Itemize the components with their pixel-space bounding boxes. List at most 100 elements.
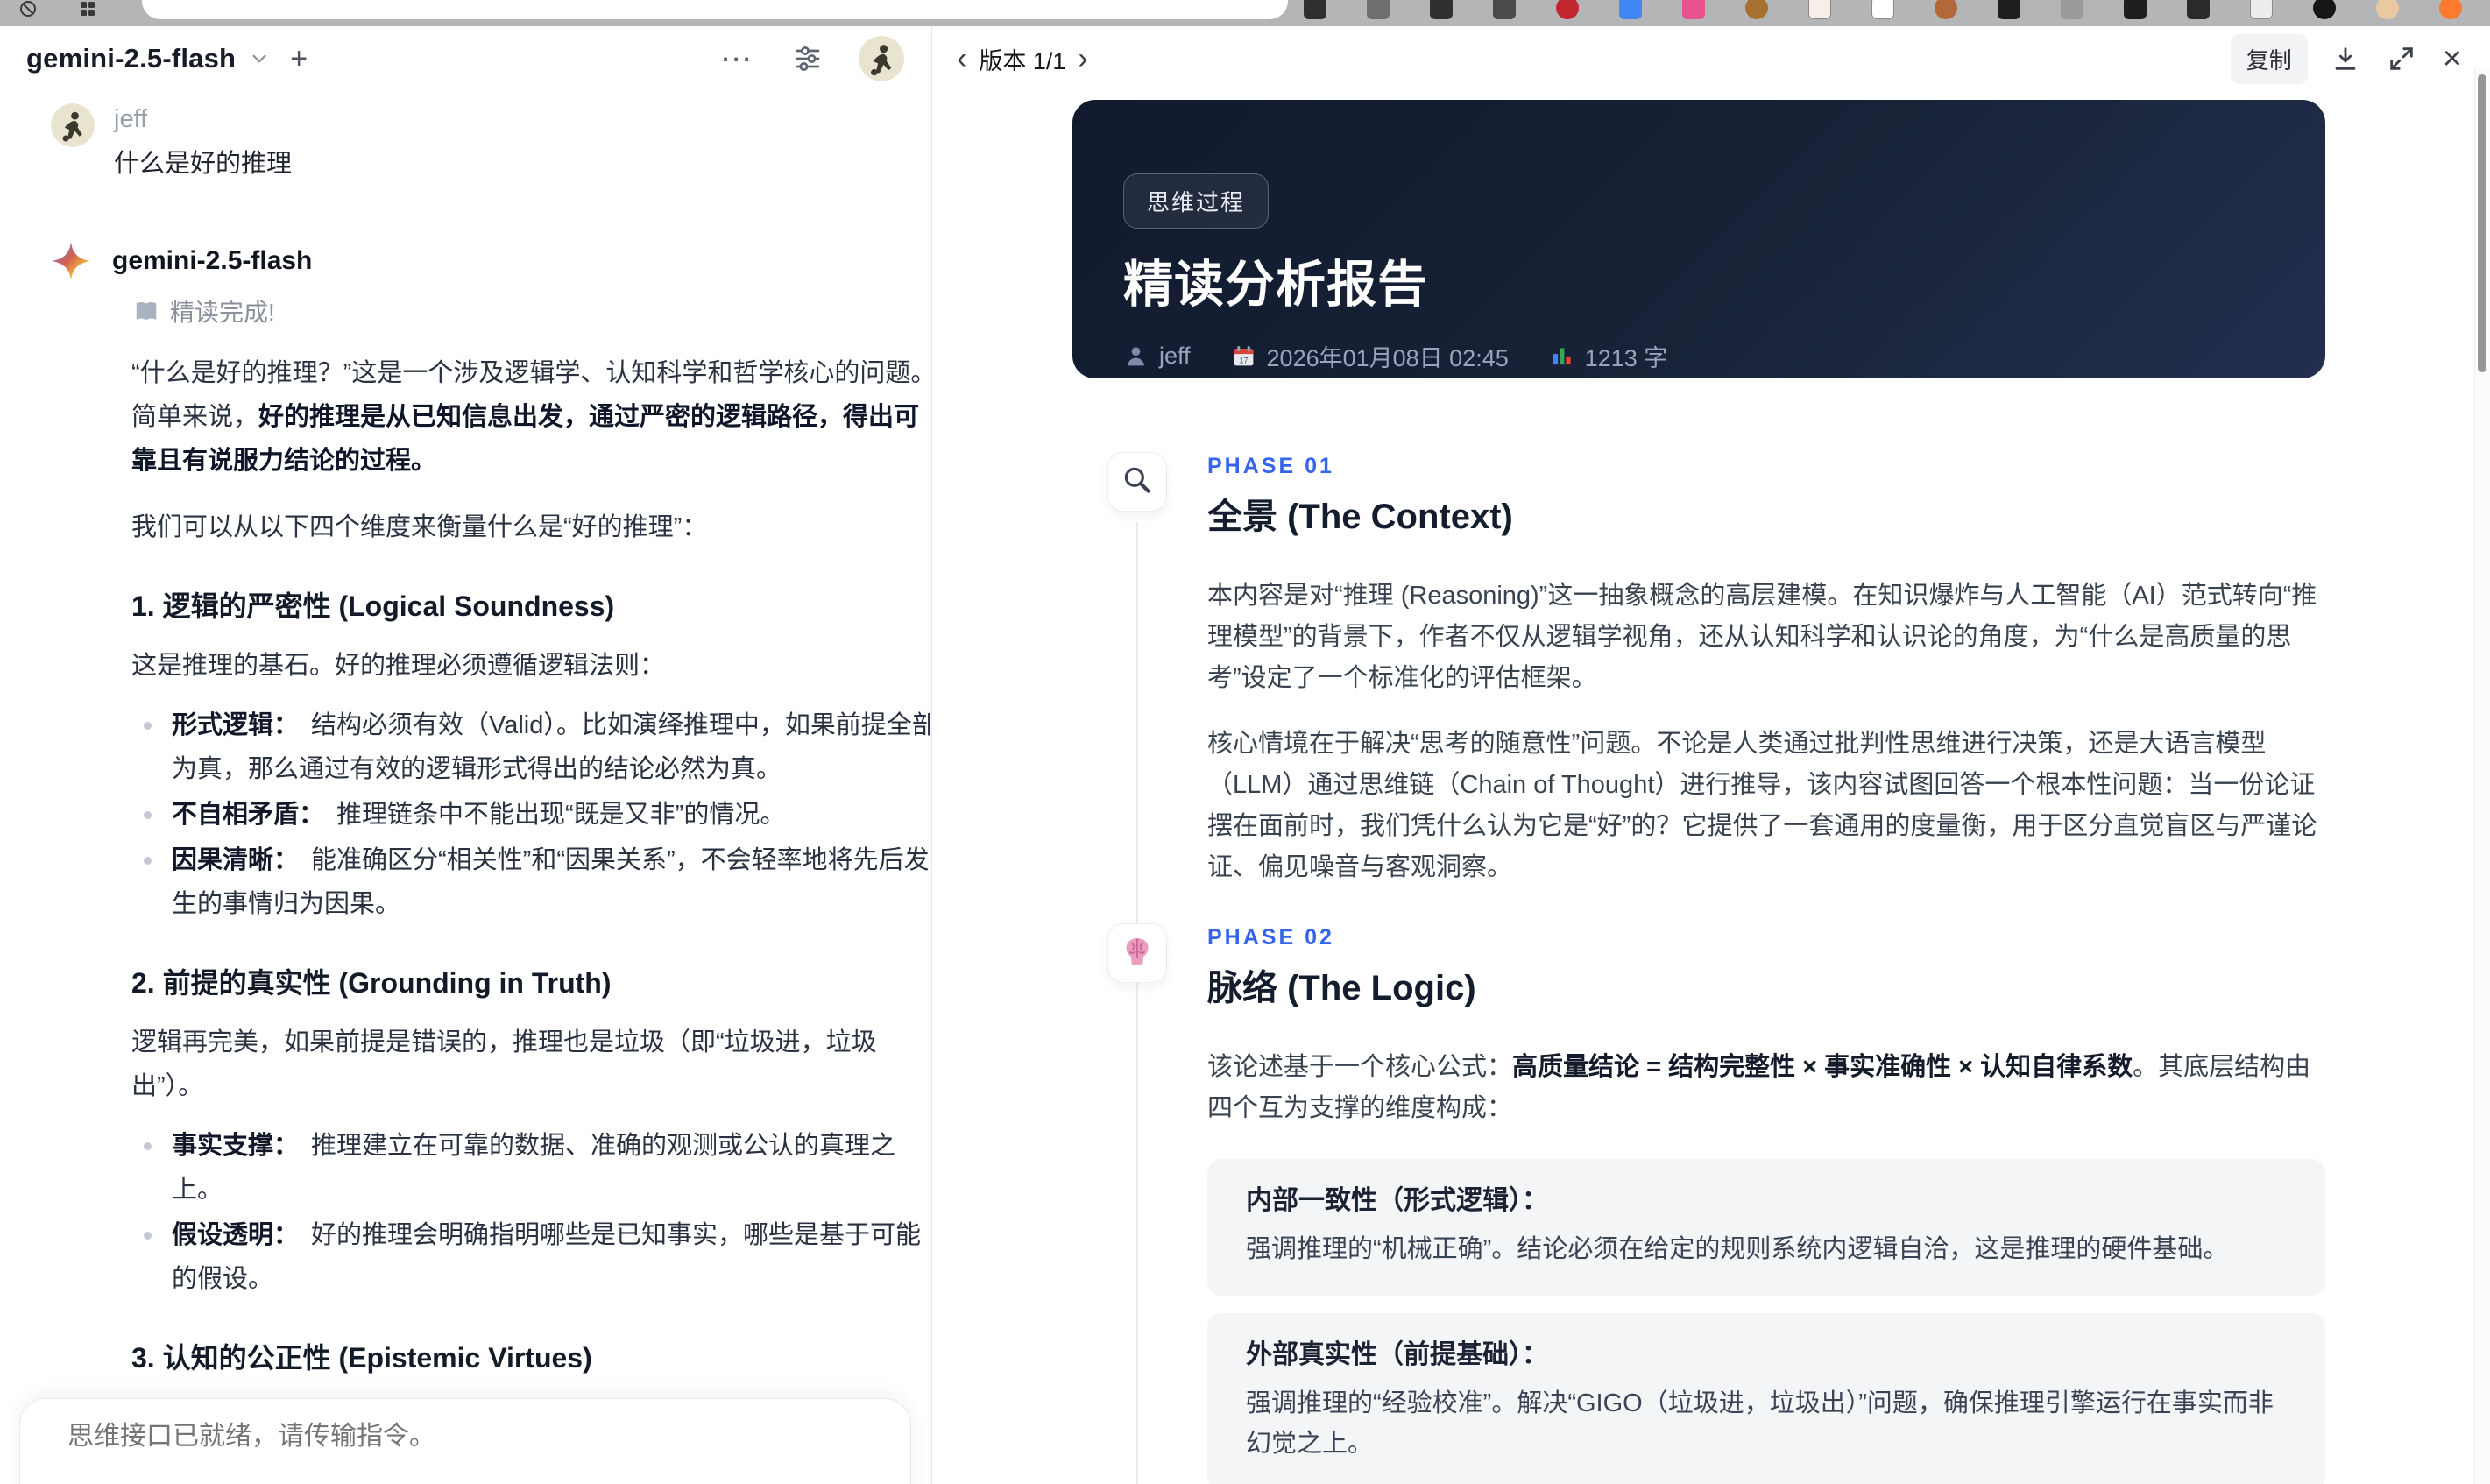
extension-icon[interactable] <box>1430 0 1453 19</box>
app-window: gemini-2.5-flash + ⋯ jeff 什么是好的推理 gemini… <box>0 0 2490 1484</box>
logic-card: 外部真实性（前提基础）： 强调推理的“经验校准”。解决“GIGO（垃圾进，垃圾出）… <box>1207 1313 2325 1484</box>
extension-icon[interactable] <box>1998 0 2020 19</box>
user-avatar <box>51 103 95 147</box>
chat-panel: gemini-2.5-flash + ⋯ jeff 什么是好的推理 gemini… <box>0 26 930 1484</box>
user-icon <box>1123 343 1149 369</box>
words-icon <box>1549 343 1574 369</box>
extension-icon[interactable] <box>2187 0 2210 19</box>
list-item: 不自相矛盾： 推理链条中不能出现“既是又非”的情况。 <box>131 793 930 837</box>
extension-icon[interactable] <box>1367 0 1390 19</box>
download-icon[interactable] <box>2331 44 2360 74</box>
extension-icons <box>1304 0 2462 19</box>
scrollbar-track[interactable] <box>2474 68 2490 1484</box>
shield-block-icon[interactable] <box>18 0 39 19</box>
intro-paragraph: “什么是好的推理？”这是一个涉及逻辑学、认知科学和哲学核心的问题。简单来说，好的… <box>131 351 930 483</box>
extension-icon[interactable] <box>2376 0 2399 19</box>
scrollbar-thumb[interactable] <box>2478 74 2486 372</box>
svg-text:17: 17 <box>1239 356 1248 364</box>
meta-text: jeff <box>1159 343 1191 369</box>
extension-icon[interactable] <box>2061 0 2083 19</box>
model-title[interactable]: gemini-2.5-flash <box>26 43 236 74</box>
report-hero-card: 思维过程 精读分析报告 jeff 17 2026年01月08日 02:45 1213 … <box>1072 100 2325 378</box>
extension-icon[interactable] <box>1871 0 1894 19</box>
bullet-term: 因果清晰： <box>172 846 300 874</box>
new-chat-button[interactable]: + <box>290 42 308 76</box>
extension-icon[interactable] <box>1304 0 1326 19</box>
status-text: 精读完成! <box>170 299 275 326</box>
assistant-body: “什么是好的推理？”这是一个涉及逻辑学、认知科学和哲学核心的问题。简单来说，好的… <box>131 351 930 1484</box>
section-lead: 逻辑再完美，如果前提是错误的，推理也是垃圾（即“垃圾进，垃圾出”）。 <box>131 1028 877 1100</box>
gemini-logo-icon <box>51 241 91 281</box>
extension-icon[interactable] <box>1556 0 1579 19</box>
brain-icon <box>1121 935 1154 972</box>
user-message-text: 什么是好的推理 <box>114 150 293 178</box>
more-options-button[interactable]: ⋯ <box>720 40 753 77</box>
phase-lead-text: 该论述基于一个核心公式： <box>1207 1053 1513 1081</box>
bullet-term: 形式逻辑： <box>172 711 300 739</box>
meta-text: 1213 字 <box>1584 345 1668 371</box>
magnifier-icon <box>1121 463 1154 501</box>
answer-sections: 1. 逻辑的严密性 (Logical Soundness) 这是推理的基石。好的推… <box>131 584 930 1484</box>
chevron-down-icon[interactable] <box>248 47 271 70</box>
section-heading: 2. 前提的真实性 (Grounding in Truth) <box>131 967 612 999</box>
user-avatar[interactable] <box>859 36 904 81</box>
version-next-button[interactable]: › <box>1071 42 1094 76</box>
extension-icon[interactable] <box>2313 0 2336 19</box>
phase-lead-text: 高质量结论 = 结构完整性 × 事实准确性 × 认知自律系数 <box>1512 1053 2133 1081</box>
expand-fullscreen-icon[interactable] <box>2387 44 2416 74</box>
card-body: 强调推理的“经验校准”。解决“GIGO（垃圾进，垃圾出）”问题，确保推理引擎运行… <box>1246 1389 2274 1458</box>
phase-icon-box <box>1107 452 1167 512</box>
phase-timeline: PHASE 01 全景 (The Context) 本内容是对“推理 (Reason… <box>1107 452 2325 1484</box>
browser-toolbar <box>0 0 2490 26</box>
user-message-row: jeff 什么是好的推理 <box>51 103 904 183</box>
phase-lead: 该论述基于一个核心公式：高质量结论 = 结构完整性 × 事实准确性 × 认知自律… <box>1207 1047 2325 1129</box>
close-button[interactable]: × <box>2443 42 2462 75</box>
meta-item: 17 2026年01月08日 02:45 <box>1231 339 1509 373</box>
artifact-toolbar: ‹ 版本 1/1 › 复制 × <box>932 26 2490 91</box>
chat-header: gemini-2.5-flash + ⋯ <box>0 26 930 91</box>
extension-icon[interactable] <box>1493 0 1516 19</box>
report-badge: 思维过程 <box>1123 173 1270 229</box>
section-lead: 这是推理的基石。好的推理必须遵循逻辑法则： <box>131 652 666 680</box>
extension-icon[interactable] <box>2250 0 2273 19</box>
phase-paragraph: 本内容是对“推理 (Reasoning)”这一抽象概念的高层建模。在知识爆炸与人… <box>1207 582 2317 692</box>
bullet-list: 形式逻辑： 结构必须有效（Valid）。比如演绎推理中，如果前提全部为真，那么通过… <box>131 703 930 926</box>
phase-row: PHASE 01 全景 (The Context) 本内容是对“推理 (Reason… <box>1107 452 2325 888</box>
copy-button[interactable]: 复制 <box>2230 33 2308 84</box>
book-icon <box>133 298 159 324</box>
extension-icon[interactable] <box>1619 0 1642 19</box>
chat-messages: jeff 什么是好的推理 gemini-2.5-flash 精读完成! “什么是… <box>0 91 930 1484</box>
version-prev-button[interactable]: ‹ <box>950 42 973 76</box>
meta-item: 1213 字 <box>1549 339 1668 373</box>
message-input[interactable] <box>67 1422 768 1452</box>
phase-label: PHASE 01 <box>1207 454 1334 478</box>
address-bar[interactable] <box>142 0 1288 19</box>
phase-body: PHASE 02 脉络 (The Logic) 该论述基于一个核心公式：高质量结论 … <box>1207 923 2325 1484</box>
extension-icon[interactable] <box>1935 0 1957 19</box>
meta-item: jeff <box>1123 343 1191 370</box>
extension-icon[interactable] <box>2124 0 2147 19</box>
extension-icon[interactable] <box>1745 0 1768 19</box>
list-item: 假设透明： 好的推理会明确指明哪些是已知事实，哪些是基于可能的假设。 <box>131 1213 930 1301</box>
meta-text: 2026年01月08日 02:45 <box>1266 345 1509 371</box>
artifact-content: 思维过程 精读分析报告 jeff 17 2026年01月08日 02:45 1213 … <box>932 91 2474 1484</box>
lead-paragraph: 我们可以从以下四个维度来衡量什么是“好的推理”： <box>131 513 708 541</box>
card-body: 强调推理的“机械正确”。结论必须在给定的规则系统内逻辑自洽，这是推理的硬件基础。 <box>1246 1235 2229 1263</box>
artifact-panel: ‹ 版本 1/1 › 复制 × 思维过程 精读分析报告 jeff 17 2026年0… <box>931 26 2490 1484</box>
tune-settings-icon[interactable] <box>792 43 824 74</box>
apps-grid-icon[interactable] <box>77 0 98 19</box>
card-title: 内部一致性（形式逻辑）： <box>1246 1186 1548 1215</box>
list-item: 事实支撑： 推理建立在可靠的数据、准确的观测或公认的真理之上。 <box>131 1124 930 1212</box>
extension-icon[interactable] <box>2439 0 2462 19</box>
bullet-desc: 推理链条中不能出现“既是又非”的情况。 <box>336 801 786 829</box>
report-meta: jeff 17 2026年01月08日 02:45 1213 字 <box>1123 339 2274 373</box>
extension-icon[interactable] <box>1682 0 1705 19</box>
card-title: 外部真实性（前提基础）： <box>1246 1340 1548 1369</box>
extension-icon[interactable] <box>1808 0 1831 19</box>
list-item: 形式逻辑： 结构必须有效（Valid）。比如演绎推理中，如果前提全部为真，那么通过… <box>131 703 930 791</box>
assistant-name: gemini-2.5-flash <box>112 246 313 275</box>
phase-label: PHASE 02 <box>1207 925 1334 950</box>
user-name: jeff <box>114 105 148 133</box>
bullet-term: 假设透明： <box>172 1221 300 1249</box>
section-heading: 1. 逻辑的严密性 (Logical Soundness) <box>131 590 615 622</box>
